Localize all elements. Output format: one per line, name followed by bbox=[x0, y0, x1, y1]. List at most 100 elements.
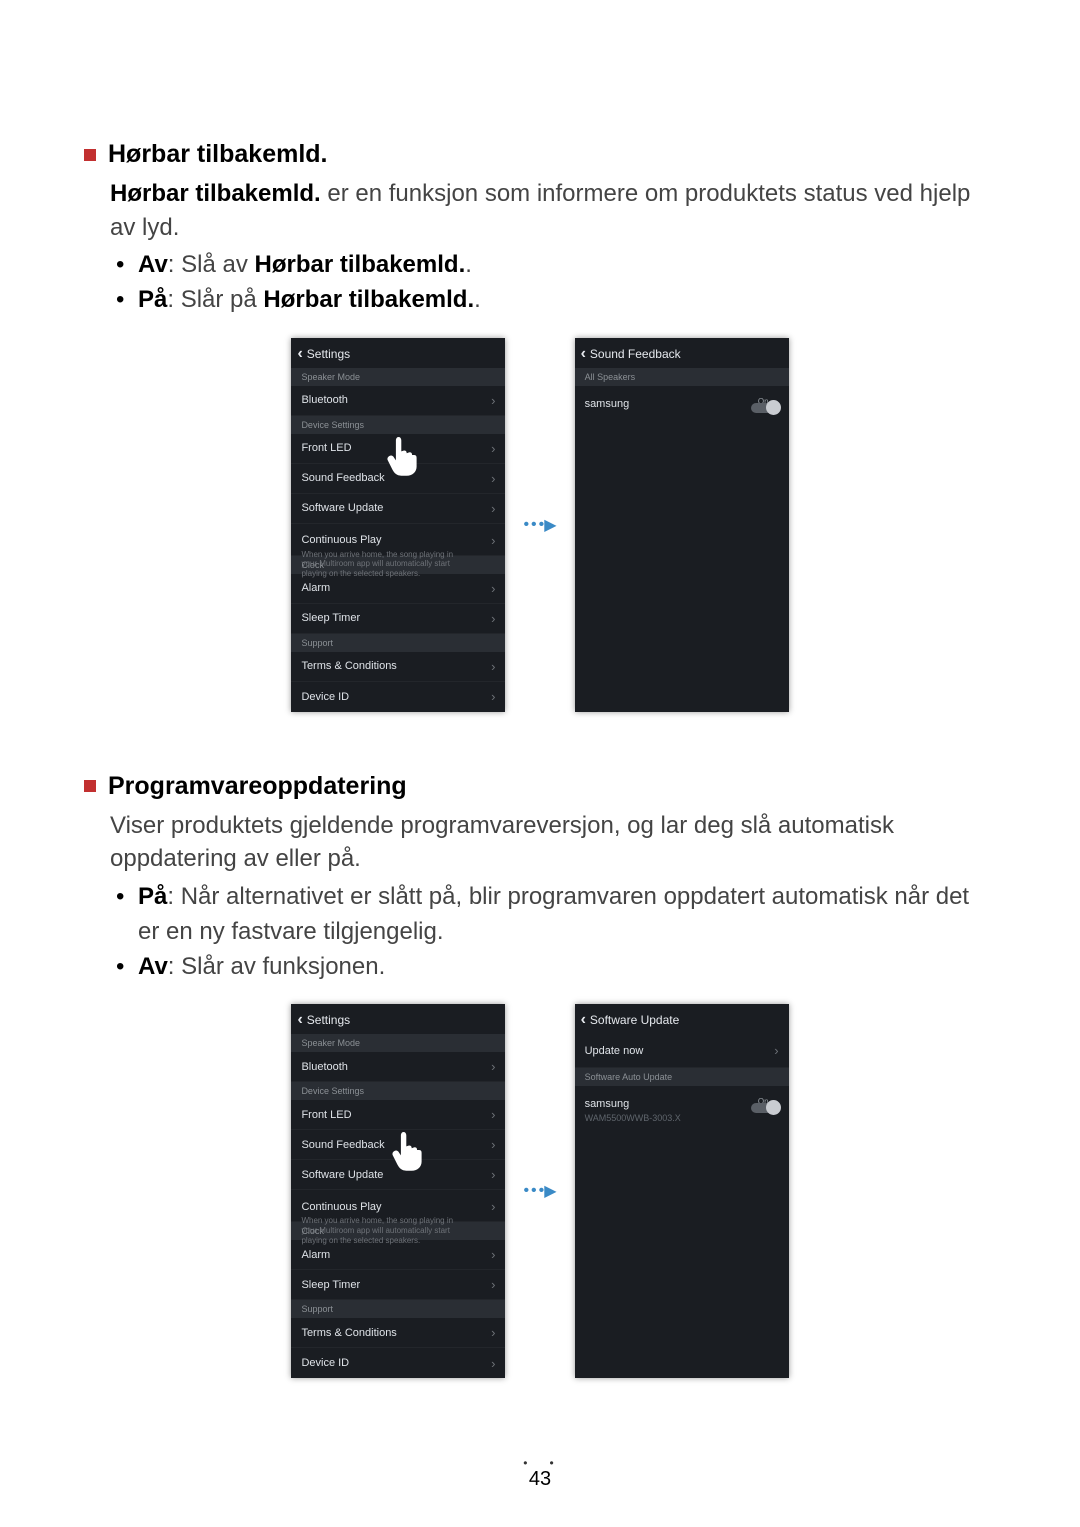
section-software-update: Programvareoppdatering Viser produktets … bbox=[84, 772, 996, 1379]
chevron-right-icon: › bbox=[491, 533, 495, 548]
chevron-right-icon: › bbox=[491, 659, 495, 674]
label-software-update: Software Update bbox=[301, 1169, 383, 1181]
square-bullet-icon bbox=[84, 780, 96, 792]
b2-bold2: Hørbar tilbakemld. bbox=[263, 286, 474, 313]
row-speaker-toggle[interactable]: samsung On bbox=[575, 386, 789, 422]
row-front-led[interactable]: Front LED› bbox=[291, 1100, 505, 1130]
row-software-update[interactable]: Software Update › bbox=[291, 1160, 505, 1190]
b2-text-2: : Slår av funksjonen. bbox=[168, 953, 385, 980]
intro-text-2: Viser produktets gjeldende programvareve… bbox=[110, 809, 996, 876]
label-update-now: Update now bbox=[585, 1045, 644, 1057]
b2-text: : Slår på bbox=[167, 286, 263, 313]
row-continuous-play[interactable]: Continuous Play› When you arrive home, t… bbox=[291, 524, 505, 556]
label-sleep-timer: Sleep Timer bbox=[301, 612, 360, 624]
phone-header[interactable]: ‹ Software Update bbox=[575, 1004, 789, 1034]
group-auto-update: Software Auto Update bbox=[575, 1068, 789, 1086]
b1-text-2: : Når alternativet er slått på, blir pro… bbox=[138, 883, 969, 945]
row-alarm[interactable]: Alarm › bbox=[291, 574, 505, 604]
toggle-wrap: On bbox=[751, 1095, 779, 1113]
chevron-right-icon: › bbox=[491, 441, 495, 456]
speaker-name: samsung bbox=[585, 398, 630, 410]
group-device-settings: Device Settings bbox=[291, 416, 505, 434]
back-icon[interactable]: ‹ bbox=[581, 1012, 586, 1028]
intro-text: Hørbar tilbakemld. er en funksjon som in… bbox=[110, 177, 996, 244]
chevron-right-icon: › bbox=[491, 689, 495, 704]
arrow-connector: •••▶ bbox=[523, 515, 556, 535]
bullet-av: Av: Slå av Hørbar tilbakemld.. bbox=[110, 248, 996, 283]
back-icon[interactable]: ‹ bbox=[581, 346, 586, 362]
label-sleep-timer: Sleep Timer bbox=[301, 1279, 360, 1291]
label-terms: Terms & Conditions bbox=[301, 660, 396, 672]
row-bluetooth[interactable]: Bluetooth› bbox=[291, 386, 505, 416]
row-front-led[interactable]: Front LED › bbox=[291, 434, 505, 464]
phone-sound-feedback: ‹ Sound Feedback All Speakers samsung On bbox=[575, 338, 789, 712]
bullet-pa-2: På: Når alternativet er slått på, blir p… bbox=[110, 880, 996, 950]
chevron-right-icon: › bbox=[491, 1247, 495, 1262]
arrowhead-icon: ▶ bbox=[544, 515, 556, 535]
label-bluetooth: Bluetooth bbox=[301, 394, 347, 406]
toggle-switch[interactable] bbox=[751, 1103, 779, 1113]
toggle-switch[interactable] bbox=[751, 403, 779, 413]
phone-header[interactable]: ‹ Settings bbox=[291, 1004, 505, 1034]
toggle-wrap: On bbox=[751, 395, 779, 413]
back-icon[interactable]: ‹ bbox=[297, 346, 302, 362]
row-sleep-timer[interactable]: Sleep Timer › bbox=[291, 1270, 505, 1300]
row-sleep-timer[interactable]: Sleep Timer › bbox=[291, 604, 505, 634]
chevron-right-icon: › bbox=[491, 581, 495, 596]
heading-sound-feedback: Hørbar tilbakemld. bbox=[108, 140, 328, 169]
b1-text: : Slå av bbox=[168, 251, 255, 278]
chevron-right-icon: › bbox=[491, 1199, 495, 1214]
square-bullet-icon bbox=[84, 149, 96, 161]
b1-label: Av bbox=[138, 251, 168, 278]
bullet-list-2: På: Når alternativet er slått på, blir p… bbox=[110, 880, 996, 984]
dots-icon: ••• bbox=[523, 516, 546, 534]
group-speaker-mode: Speaker Mode bbox=[291, 1034, 505, 1052]
arrowhead-icon: ▶ bbox=[544, 1181, 556, 1201]
heading-row: Hørbar tilbakemld. bbox=[84, 140, 996, 169]
chevron-right-icon: › bbox=[491, 1167, 495, 1182]
row-sound-feedback[interactable]: Sound Feedback› bbox=[291, 464, 505, 494]
row-sound-feedback[interactable]: Sound Feedback › bbox=[291, 1130, 505, 1160]
label-continuous-play: Continuous Play bbox=[301, 534, 381, 546]
label-continuous-play: Continuous Play bbox=[301, 1201, 381, 1213]
row-bluetooth[interactable]: Bluetooth› bbox=[291, 1052, 505, 1082]
row-terms[interactable]: Terms & Conditions› bbox=[291, 1318, 505, 1348]
b2-end: . bbox=[474, 286, 481, 313]
page-number-value: 43 bbox=[523, 1468, 556, 1491]
chevron-right-icon: › bbox=[491, 1277, 495, 1292]
row-continuous-play[interactable]: Continuous Play› When you arrive home, t… bbox=[291, 1190, 505, 1222]
phone-settings-1: ‹ Settings Speaker Mode Bluetooth› Devic… bbox=[291, 338, 505, 712]
row-alarm[interactable]: Alarm› bbox=[291, 1240, 505, 1270]
label-front-led: Front LED bbox=[301, 442, 351, 454]
page-number: • • 43 bbox=[523, 1456, 556, 1491]
bullet-list: Av: Slå av Hørbar tilbakemld.. På: Slår … bbox=[110, 248, 996, 318]
row-auto-update-toggle[interactable]: samsung On WAM5500WWB-3003.X bbox=[575, 1086, 789, 1132]
label-device-id: Device ID bbox=[301, 691, 349, 703]
row-update-now[interactable]: Update now› bbox=[575, 1034, 789, 1068]
label-device-id: Device ID bbox=[301, 1357, 349, 1369]
row-device-id[interactable]: Device ID› bbox=[291, 1348, 505, 1378]
intro-bold: Hørbar tilbakemld. bbox=[110, 180, 321, 207]
group-support: Support bbox=[291, 1300, 505, 1318]
version-text: WAM5500WWB-3003.X bbox=[585, 1113, 681, 1123]
row-terms[interactable]: Terms & Conditions › bbox=[291, 652, 505, 682]
b1-end: . bbox=[465, 251, 472, 278]
label-bluetooth: Bluetooth bbox=[301, 1061, 347, 1073]
label-terms: Terms & Conditions bbox=[301, 1327, 396, 1339]
back-icon[interactable]: ‹ bbox=[297, 1012, 302, 1028]
chevron-right-icon: › bbox=[491, 1137, 495, 1152]
header-title: Settings bbox=[307, 1013, 350, 1027]
header-title: Software Update bbox=[590, 1013, 679, 1027]
header-title: Sound Feedback bbox=[590, 347, 681, 361]
chevron-right-icon: › bbox=[491, 471, 495, 486]
label-sound-feedback: Sound Feedback bbox=[301, 1139, 384, 1151]
row-device-id[interactable]: Device ID › bbox=[291, 682, 505, 712]
screenshots-row-2: ‹ Settings Speaker Mode Bluetooth› Devic… bbox=[84, 1004, 996, 1378]
chevron-right-icon: › bbox=[491, 611, 495, 626]
section-sound-feedback: Hørbar tilbakemld. Hørbar tilbakemld. er… bbox=[84, 140, 996, 712]
group-all-speakers: All Speakers bbox=[575, 368, 789, 386]
row-software-update[interactable]: Software Update› bbox=[291, 494, 505, 524]
phone-header[interactable]: ‹ Settings bbox=[291, 338, 505, 368]
phone-header[interactable]: ‹ Sound Feedback bbox=[575, 338, 789, 368]
label-alarm: Alarm bbox=[301, 582, 330, 594]
